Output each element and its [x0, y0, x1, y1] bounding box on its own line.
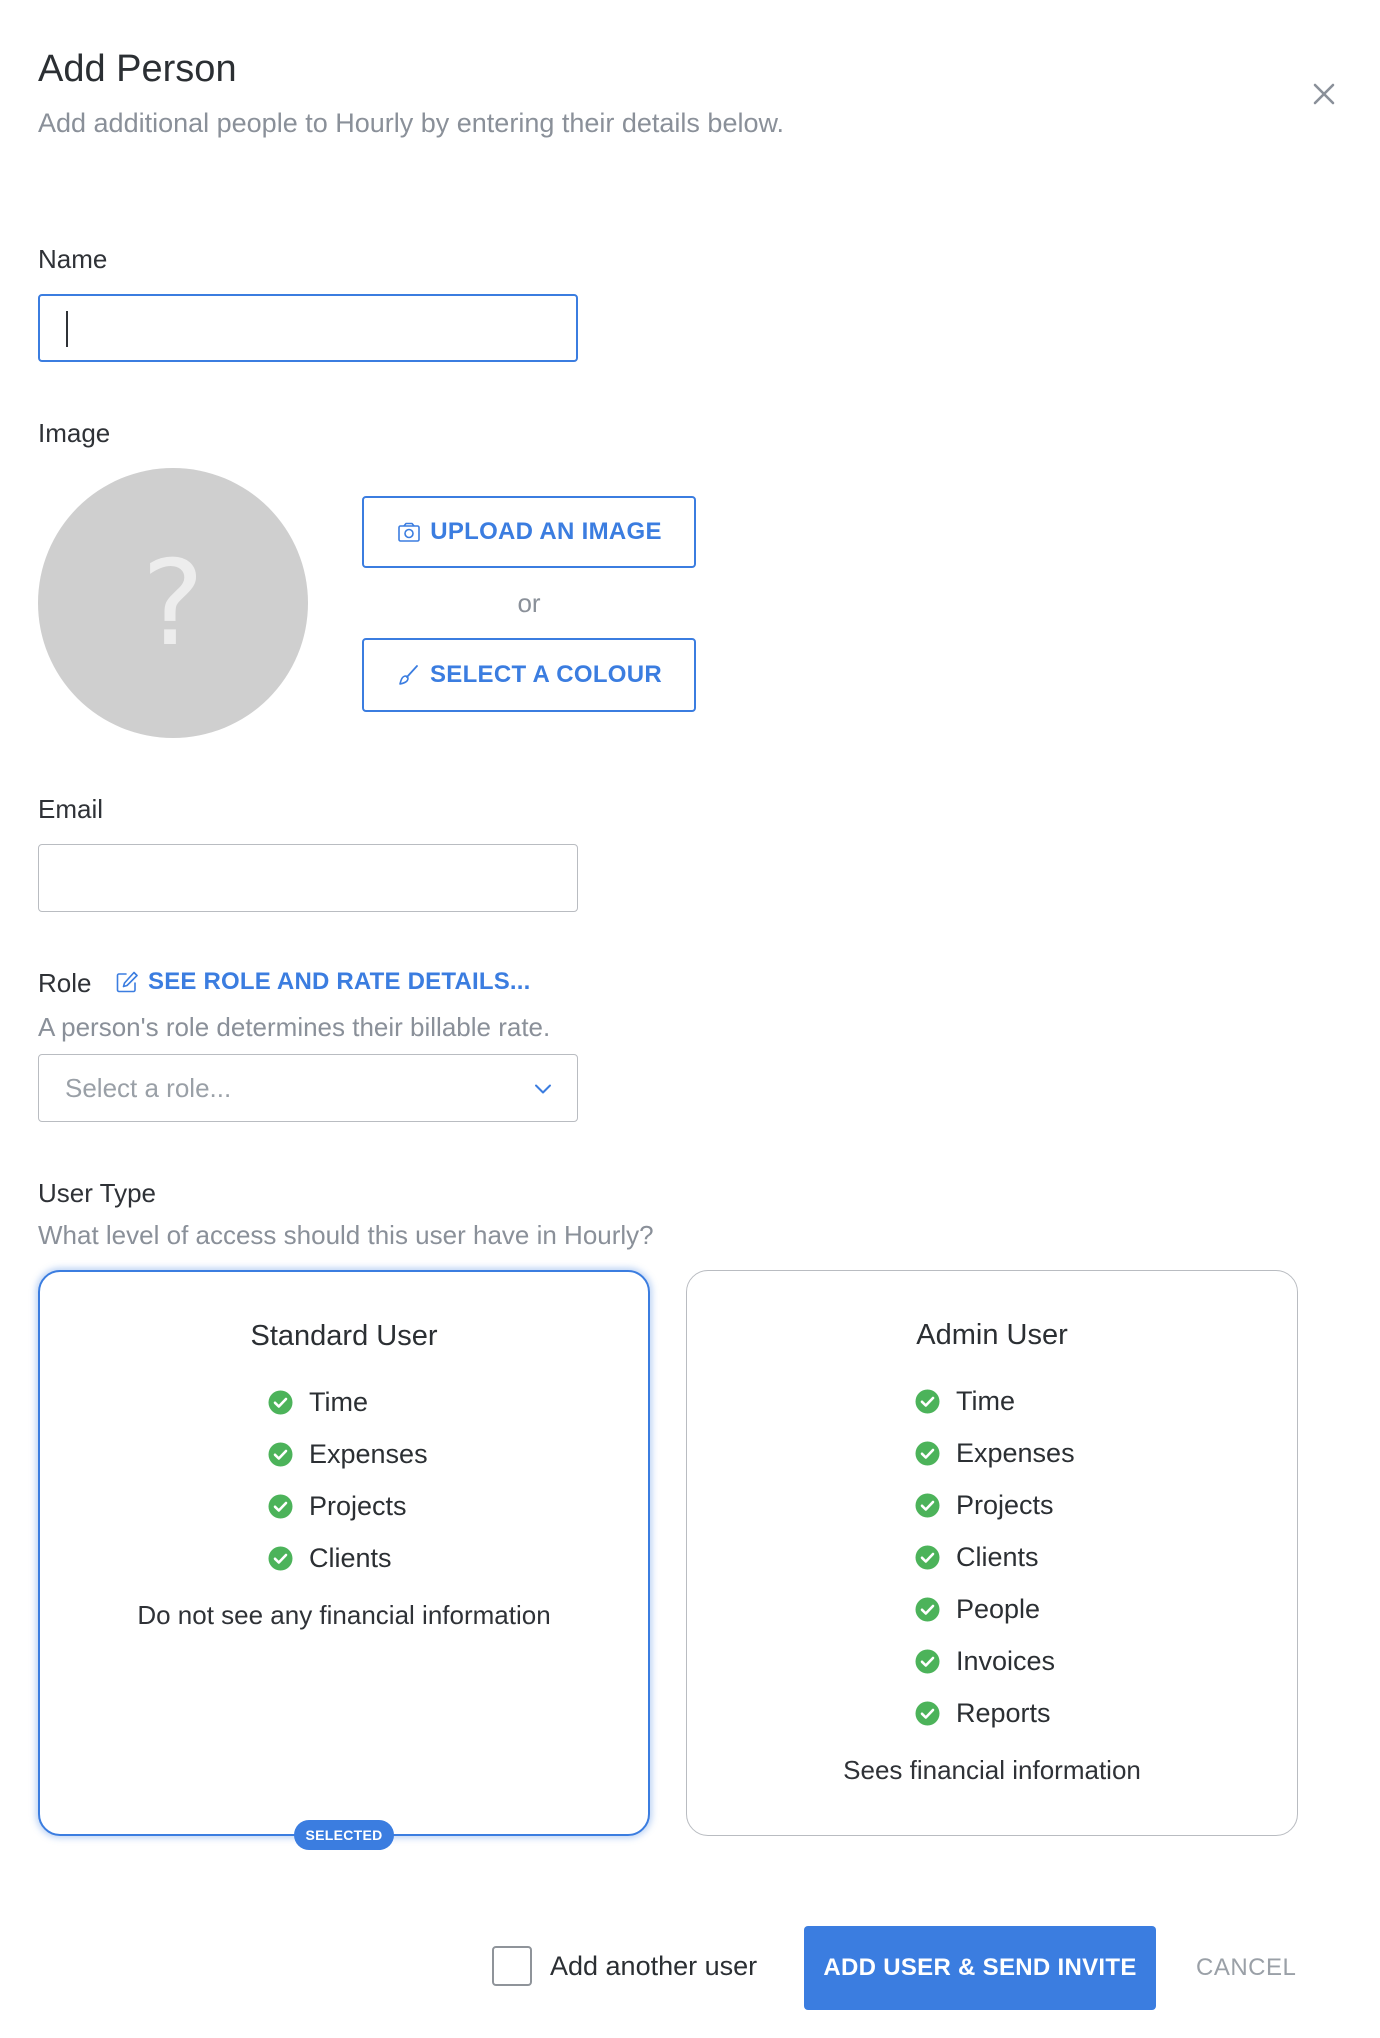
feature-item: Clients: [915, 1531, 1075, 1583]
feature-item: Clients: [268, 1532, 428, 1584]
check-circle-icon: [268, 1546, 293, 1570]
close-icon: [1313, 83, 1335, 105]
admin-user-card[interactable]: Admin User Time Expenses Projects Clients Pe…: [686, 1270, 1298, 1836]
email-input[interactable]: [38, 844, 578, 912]
feature-label: Projects: [956, 1489, 1054, 1520]
or-separator: or: [517, 588, 541, 618]
role-select[interactable]: Select a role...: [38, 1054, 578, 1122]
feature-label: Clients: [956, 1541, 1039, 1572]
edit-icon: [116, 971, 138, 993]
feature-label: Expenses: [956, 1437, 1075, 1468]
check-circle-icon: [268, 1390, 293, 1414]
close-button[interactable]: [1306, 76, 1342, 112]
feature-label: Projects: [309, 1490, 407, 1521]
feature-item: Invoices: [915, 1635, 1075, 1687]
standard-user-note: Do not see any financial information: [137, 1600, 551, 1630]
check-circle-icon: [915, 1389, 940, 1413]
email-label: Email: [38, 794, 104, 824]
feature-label: Time: [309, 1386, 368, 1417]
standard-user-title: Standard User: [250, 1320, 438, 1352]
add-another-user-checkbox[interactable]: [492, 1946, 532, 1986]
check-circle-icon: [268, 1442, 293, 1466]
feature-label: Clients: [309, 1542, 392, 1573]
admin-feature-list: Time Expenses Projects Clients People Invoice…: [915, 1375, 1075, 1739]
check-circle-icon: [915, 1649, 940, 1673]
role-select-placeholder: Select a role...: [65, 1073, 232, 1103]
standard-user-card[interactable]: Standard User Time Expenses Projects Client…: [38, 1270, 650, 1836]
feature-item: Projects: [268, 1480, 428, 1532]
brush-icon: [399, 665, 418, 685]
add-person-dialog: Add Person Add additional people to Hour…: [0, 0, 1380, 2038]
dialog-title: Add Person: [38, 48, 237, 90]
feature-label: Invoices: [956, 1645, 1056, 1676]
feature-item: Expenses: [915, 1427, 1075, 1479]
role-rate-details-label: SEE ROLE AND RATE DETAILS...: [148, 968, 531, 995]
check-circle-icon: [915, 1597, 940, 1621]
feature-item: Time: [915, 1375, 1075, 1427]
feature-item: Expenses: [268, 1428, 428, 1480]
admin-user-note: Sees financial information: [843, 1755, 1141, 1785]
avatar-placeholder: ?: [38, 468, 308, 738]
role-label: Role: [38, 968, 92, 998]
feature-label: People: [956, 1593, 1041, 1624]
role-help-text: A person's role determines their billabl…: [38, 1012, 551, 1042]
dialog-subtitle: Add additional people to Hourly by enter…: [38, 108, 784, 138]
camera-icon: [398, 522, 420, 542]
feature-label: Time: [956, 1385, 1015, 1416]
check-circle-icon: [915, 1701, 940, 1725]
add-user-send-invite-button[interactable]: ADD USER & SEND INVITE: [804, 1926, 1156, 2010]
add-another-user-label: Add another user: [550, 1950, 758, 1981]
cancel-button[interactable]: CANCEL: [1196, 1926, 1296, 2010]
image-label: Image: [38, 418, 111, 448]
text-caret: [66, 311, 68, 347]
name-label: Name: [38, 244, 108, 274]
select-colour-button[interactable]: SELECT A COLOUR: [362, 638, 696, 712]
selected-badge: SELECTED: [294, 1820, 394, 1850]
check-circle-icon: [915, 1441, 940, 1465]
name-input[interactable]: [38, 294, 578, 362]
user-type-help-text: What level of access should this user ha…: [38, 1220, 654, 1250]
check-circle-icon: [268, 1494, 293, 1518]
standard-feature-list: Time Expenses Projects Clients: [268, 1376, 428, 1584]
select-colour-label: SELECT A COLOUR: [429, 661, 663, 688]
feature-label: Reports: [956, 1697, 1051, 1728]
upload-image-button[interactable]: UPLOAD AN IMAGE: [362, 496, 696, 568]
add-another-user-toggle[interactable]: Add another user: [492, 1946, 757, 1986]
question-mark-icon: ?: [141, 534, 205, 672]
check-circle-icon: [915, 1545, 940, 1569]
feature-item: People: [915, 1583, 1075, 1635]
chevron-down-icon: [535, 1084, 551, 1094]
check-circle-icon: [915, 1493, 940, 1517]
feature-item: Projects: [915, 1479, 1075, 1531]
role-rate-details-link[interactable]: SEE ROLE AND RATE DETAILS...: [114, 968, 531, 996]
feature-item: Time: [268, 1376, 428, 1428]
user-type-label: User Type: [38, 1178, 157, 1208]
feature-item: Reports: [915, 1687, 1075, 1739]
feature-label: Expenses: [309, 1438, 428, 1469]
upload-image-label: UPLOAD AN IMAGE: [430, 518, 662, 545]
admin-user-title: Admin User: [916, 1319, 1068, 1351]
